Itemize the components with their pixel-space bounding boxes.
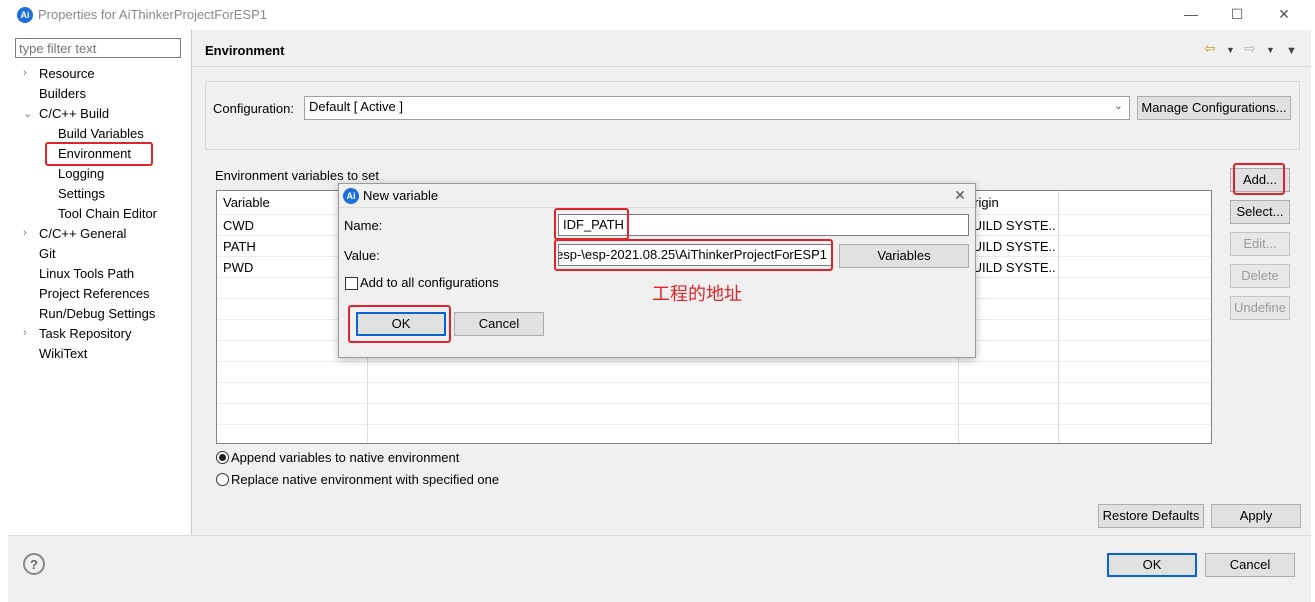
back-arrow-icon[interactable]: ⇦ [1204, 40, 1216, 57]
sidebar-item-label: WikiText [39, 346, 88, 361]
name-label: Name: [344, 218, 383, 233]
sidebar-item[interactable]: Builders [39, 84, 86, 104]
view-menu-icon[interactable]: ▼ [1286, 45, 1297, 57]
table-cell-variable[interactable]: PWD [223, 260, 253, 275]
append-radio[interactable] [216, 451, 229, 464]
value-label: Value: [344, 248, 380, 263]
sidebar-item[interactable]: Project References [39, 284, 150, 304]
dialog-close-icon[interactable]: ✕ [950, 187, 970, 204]
sidebar-item-label: C/C++ Build [39, 106, 110, 121]
environment-highlight [45, 142, 153, 166]
undefine-button[interactable]: Undefine [1230, 296, 1290, 320]
delete-button[interactable]: Delete [1230, 264, 1290, 288]
forward-dropdown-icon[interactable]: ▼ [1266, 45, 1275, 55]
table-cell-variable[interactable]: CWD [223, 218, 254, 233]
sidebar-item-label: Linux Tools Path [39, 266, 135, 281]
sidebar-item[interactable]: Git [39, 244, 56, 264]
sidebar-item[interactable]: Run/Debug Settings [39, 304, 155, 324]
table-cell-origin[interactable]: BUILD SYSTE... [964, 239, 1056, 254]
apply-button[interactable]: Apply [1211, 504, 1301, 528]
ok-button[interactable]: OK [1107, 553, 1197, 577]
maximize-icon[interactable]: ☐ [1226, 6, 1248, 23]
restore-defaults-button[interactable]: Restore Defaults [1098, 504, 1204, 528]
configuration-select-value: Default [ Active ] [309, 99, 403, 114]
chevron-down-icon: ⌄ [1113, 100, 1123, 112]
name-highlight [554, 208, 629, 240]
dialog-logo-icon: Ai [343, 188, 359, 204]
window-title: Properties for AiThinkerProjectForESP1 [38, 7, 268, 22]
sidebar-item-label: Project References [39, 286, 150, 301]
annotation-text: 工程的地址 [652, 284, 742, 304]
chevron-right-icon[interactable]: › [23, 227, 27, 239]
title-separator [192, 66, 1311, 67]
append-radio-label[interactable]: Append variables to native environment [231, 450, 459, 465]
filter-input[interactable] [15, 38, 181, 58]
close-icon[interactable]: ✕ [1273, 6, 1295, 23]
sidebar-item-label: Git [39, 246, 56, 261]
sidebar-item[interactable]: Logging [58, 164, 104, 184]
sidebar-item-label: Task Repository [39, 326, 132, 341]
sidebar-item-label: Logging [58, 166, 105, 181]
sidebar-item[interactable]: Task Repository [39, 324, 131, 344]
back-dropdown-icon[interactable]: ▼ [1226, 45, 1235, 55]
dialog-title-separator [339, 207, 975, 208]
table-cell-origin[interactable]: BUILD SYSTE... [964, 218, 1056, 233]
sidebar-item[interactable]: Settings [58, 184, 105, 204]
sidebar-item[interactable]: WikiText [39, 344, 87, 364]
value-highlight [554, 239, 833, 271]
table-cell-origin[interactable]: BUILD SYSTE... [964, 260, 1056, 275]
sidebar-item[interactable]: Build Variables [58, 124, 144, 144]
add-button-highlight [1233, 163, 1285, 195]
sidebar-item[interactable]: C/C++ General [39, 224, 126, 244]
add-all-configs-label[interactable]: Add to all configurations [360, 275, 499, 290]
app-logo-icon: Ai [17, 7, 33, 23]
replace-radio-label[interactable]: Replace native environment with specifie… [231, 472, 499, 487]
dialog-title: New variable [363, 188, 439, 203]
table-cell-variable[interactable]: PATH [223, 239, 256, 254]
page-title: Environment [205, 43, 285, 58]
help-icon[interactable]: ? [23, 553, 45, 575]
chevron-right-icon[interactable]: › [23, 67, 27, 79]
sidebar-item[interactable]: C/C++ Build [39, 104, 109, 124]
chevron-right-icon[interactable]: › [23, 327, 27, 339]
variables-button[interactable]: Variables [839, 244, 969, 268]
configuration-select[interactable]: Default [ Active ] ⌄ [304, 96, 1130, 120]
dialog-cancel-button[interactable]: Cancel [454, 312, 544, 336]
replace-radio[interactable] [216, 473, 229, 486]
forward-arrow-icon[interactable]: ⇨ [1244, 40, 1256, 57]
select-button[interactable]: Select... [1230, 200, 1290, 224]
chevron-down-icon[interactable]: ⌄ [23, 107, 32, 120]
dialog-ok-highlight [348, 305, 451, 343]
env-section-label: Environment variables to set [215, 168, 380, 183]
sidebar-item[interactable]: Resource [39, 64, 95, 84]
sidebar-item-label: Builders [39, 86, 86, 101]
sidebar-item-label: Settings [58, 186, 105, 201]
sidebar-item-label: Run/Debug Settings [39, 306, 156, 321]
sidebar-item[interactable]: Linux Tools Path [39, 264, 134, 284]
cancel-button[interactable]: Cancel [1205, 553, 1295, 577]
edit-button[interactable]: Edit... [1230, 232, 1290, 256]
sidebar-item-label: C/C++ General [39, 226, 127, 241]
table-column-divider [1058, 191, 1059, 443]
add-all-configs-checkbox[interactable] [345, 277, 358, 290]
manage-configurations-button[interactable]: Manage Configurations... [1137, 96, 1291, 120]
sidebar-item-label: Resource [39, 66, 95, 81]
column-header-variable[interactable]: Variable [223, 195, 270, 210]
sidebar-item-label: Build Variables [58, 126, 144, 141]
sidebar-item-label: Tool Chain Editor [58, 206, 157, 221]
sidebar-item[interactable]: Tool Chain Editor [58, 204, 157, 224]
configuration-label: Configuration: [213, 101, 294, 116]
minimize-icon[interactable]: — [1180, 6, 1202, 22]
